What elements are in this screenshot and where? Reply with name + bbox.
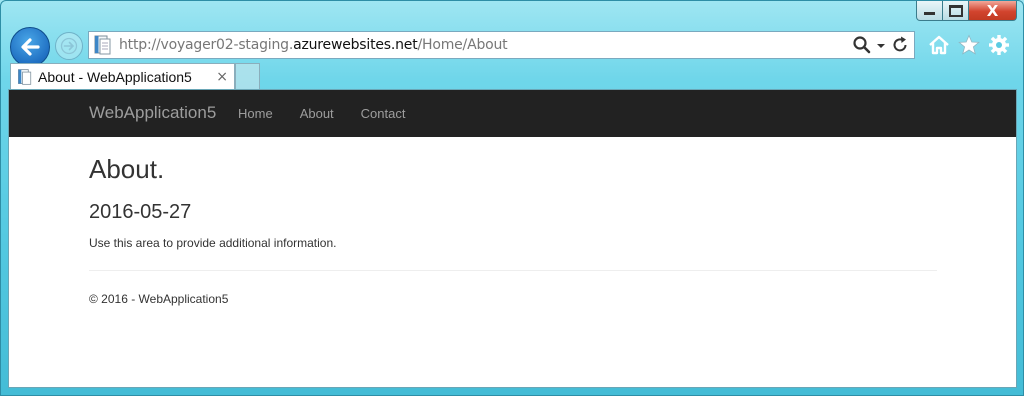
info-text: Use this area to provide additional info… [89, 236, 337, 250]
browser-window: X http://voyager02-staging.azurewebsites… [0, 0, 1024, 396]
favorites-button[interactable] [957, 33, 981, 57]
tab-about[interactable]: About - WebApplication5 × [10, 63, 235, 89]
back-arrow-icon [21, 38, 40, 56]
browser-toolbar [927, 33, 1011, 57]
tools-button[interactable] [987, 33, 1011, 57]
window-caption-buttons: X [916, 1, 1017, 21]
minimize-icon [924, 12, 935, 15]
nav-about[interactable]: About [300, 106, 334, 121]
star-icon [958, 34, 980, 55]
footer-text: © 2016 - WebApplication5 [89, 292, 229, 306]
url-domain: azurewebsites.net [293, 37, 418, 53]
home-button[interactable] [927, 33, 951, 57]
divider [89, 270, 937, 271]
address-bar[interactable]: http://voyager02-staging.azurewebsites.n… [88, 31, 915, 59]
forward-arrow-icon [60, 37, 78, 55]
page-icon [94, 35, 111, 55]
nav-home[interactable]: Home [238, 106, 273, 121]
maximize-icon [948, 4, 963, 17]
close-icon: X [986, 1, 999, 20]
search-icon[interactable] [852, 35, 872, 55]
url-prefix: http://voyager02-staging. [119, 37, 294, 53]
gear-icon [989, 35, 1009, 55]
new-tab-button[interactable] [235, 63, 260, 89]
tab-close-icon[interactable]: × [216, 69, 228, 85]
forward-button[interactable] [55, 32, 83, 60]
address-tools [852, 35, 910, 55]
url-path: /Home/About [417, 37, 508, 53]
refresh-icon[interactable] [890, 35, 910, 55]
page-subtitle: 2016-05-27 [89, 201, 192, 223]
tab-page-icon [18, 68, 32, 85]
site-navbar: WebApplication5 Home About Contact [9, 90, 1016, 137]
nav-contact[interactable]: Contact [361, 106, 406, 121]
close-window-button[interactable]: X [969, 1, 1017, 21]
home-icon [929, 35, 949, 55]
dropdown-icon[interactable] [876, 35, 886, 55]
site-brand[interactable]: WebApplication5 [89, 103, 216, 123]
back-button[interactable] [10, 27, 50, 67]
url-text: http://voyager02-staging.azurewebsites.n… [119, 37, 508, 53]
maximize-button[interactable] [943, 1, 969, 21]
nav-links: Home About Contact [238, 106, 432, 121]
page-viewport: WebApplication5 Home About Contact About… [8, 89, 1017, 388]
page-title: About. [89, 154, 165, 184]
minimize-button[interactable] [916, 1, 943, 21]
tab-title: About - WebApplication5 [38, 68, 192, 85]
